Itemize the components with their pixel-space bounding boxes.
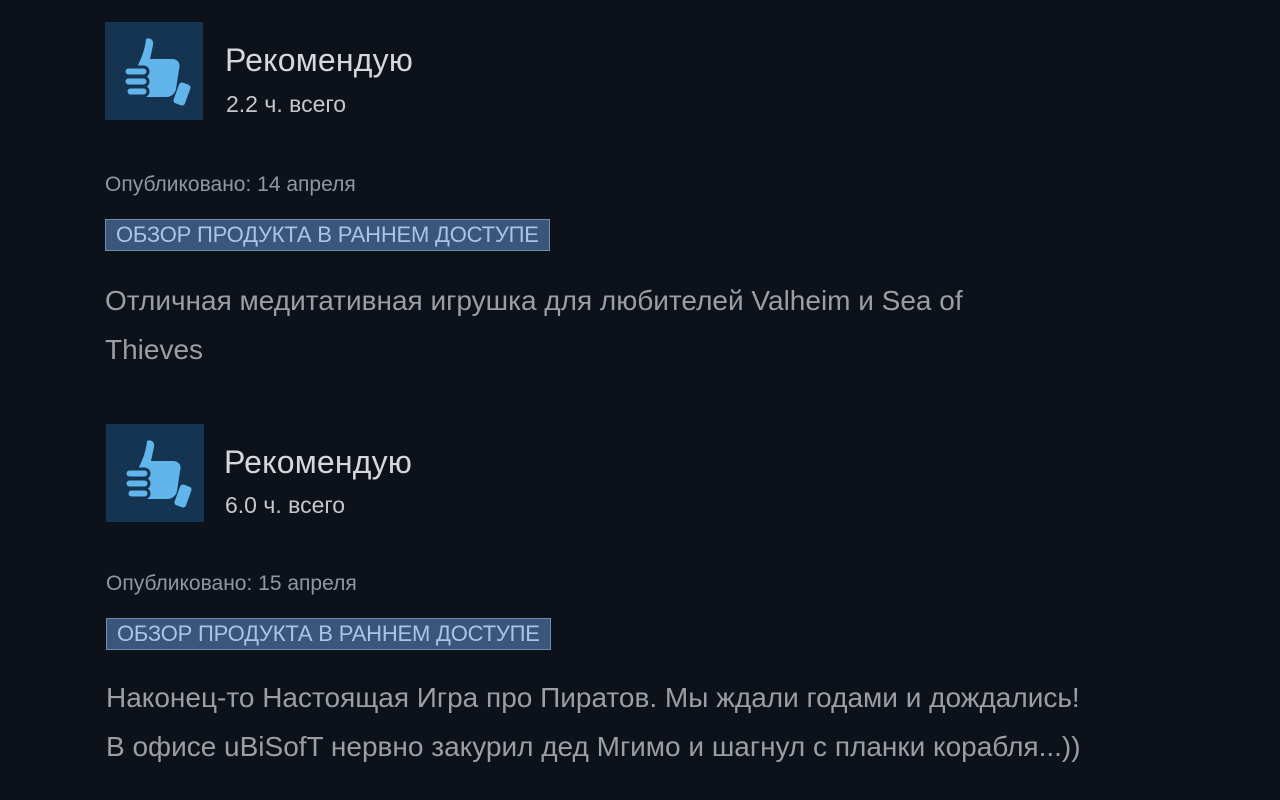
recommendation-title: Рекомендую [225,42,414,78]
early-access-badge: ОБЗОР ПРОДУКТА В РАННЕМ ДОСТУПЕ [105,219,550,251]
review-text-line: В офисе uBiSofT нервно закурил дед Мгимо… [106,731,1081,762]
thumbs-up-icon [106,424,204,522]
posted-date: Опубликовано: 15 апреля [106,572,357,595]
recommendation-title: Рекомендую [224,444,413,480]
hours-played: 2.2 ч. всего [226,91,347,117]
hours-played: 6.0 ч. всего [225,492,346,518]
review-text-line: Thieves [105,334,204,365]
thumbs-up-icon [105,22,203,120]
posted-date: Опубликовано: 14 апреля [105,173,356,196]
review-text-line: Наконец-то Настоящая Игра про Пиратов. М… [106,682,1080,713]
early-access-badge: ОБЗОР ПРОДУКТА В РАННЕМ ДОСТУПЕ [106,618,551,650]
review-text-line: Отличная медитативная игрушка для любите… [105,285,963,316]
